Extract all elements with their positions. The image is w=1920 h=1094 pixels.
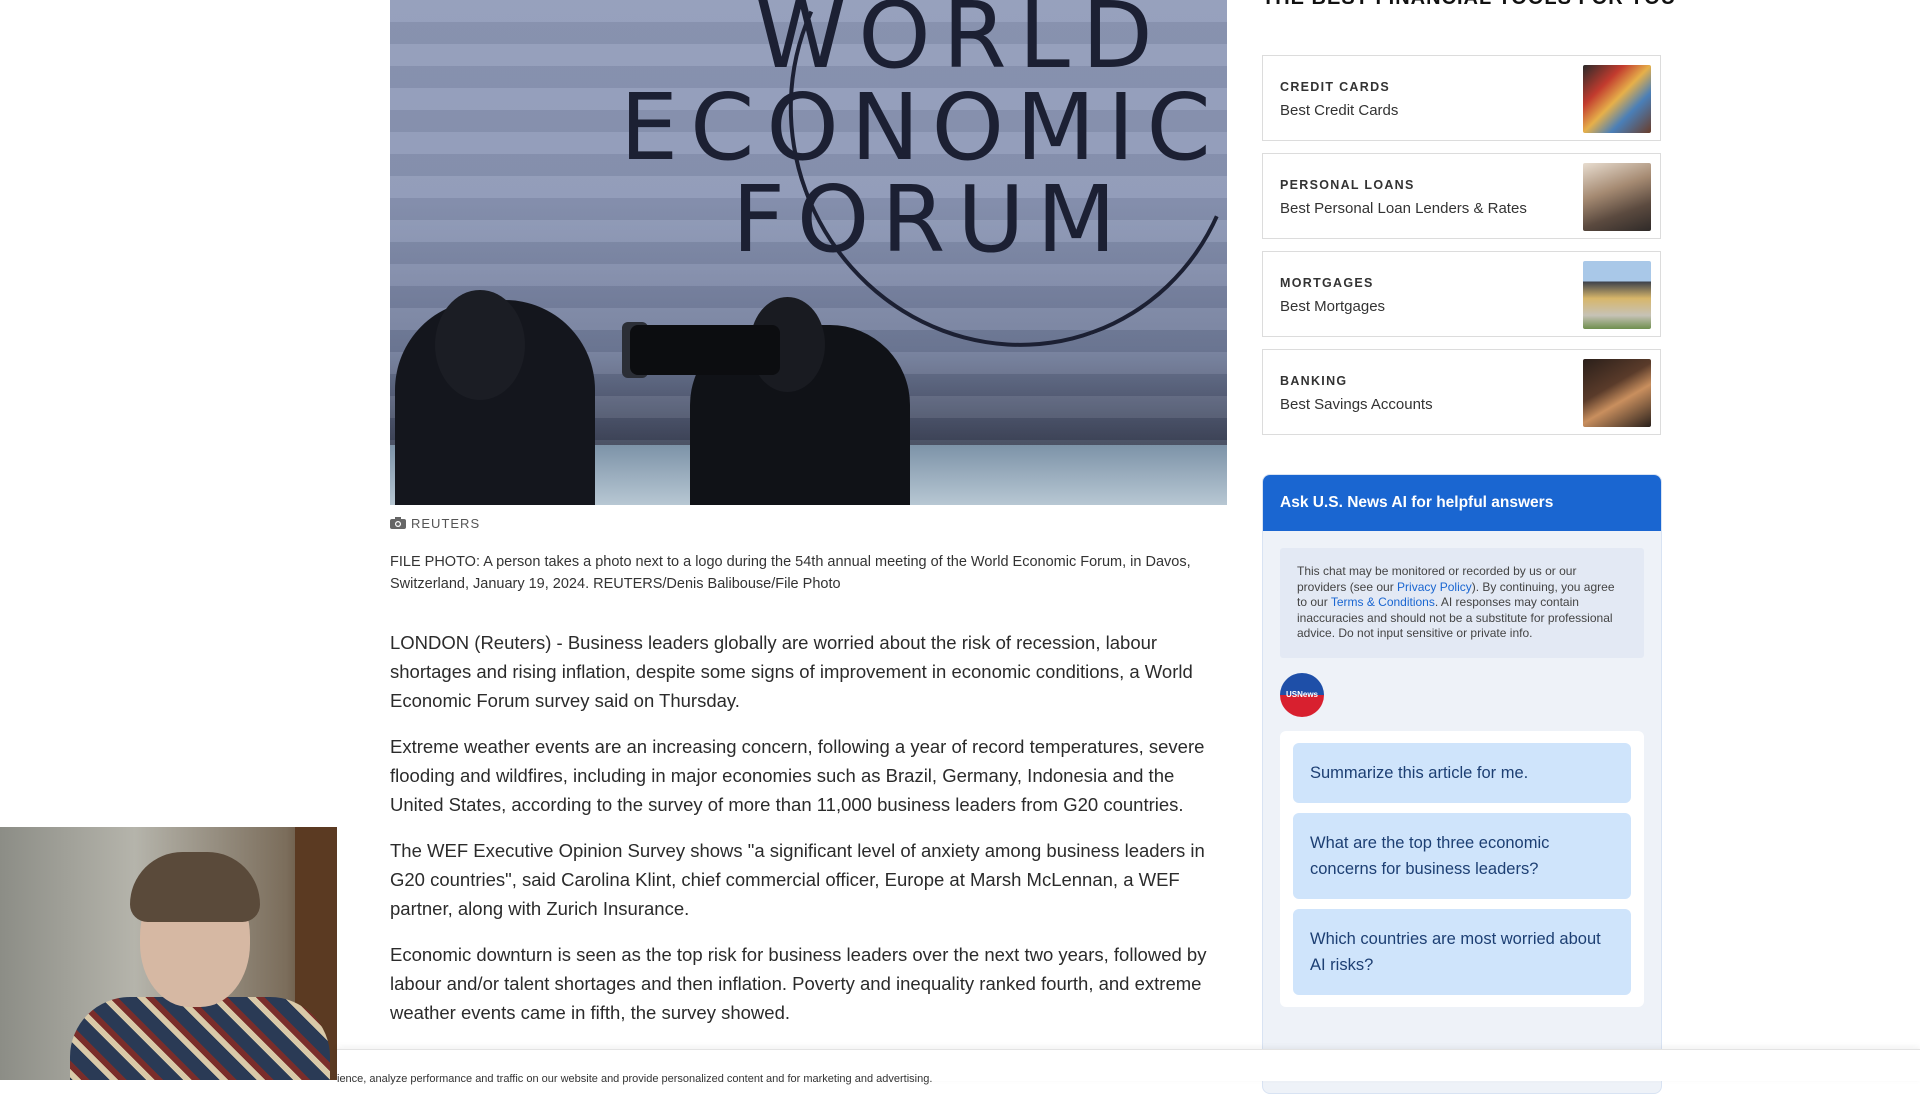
ai-disclaimer: This chat may be monitored or recorded b… — [1280, 548, 1644, 658]
wef-logo-line: WORLD — [755, 0, 1165, 89]
ai-chat-panel: Ask U.S. News AI for helpful answers Thi… — [1262, 474, 1662, 1094]
credit-text: REUTERS — [411, 515, 481, 531]
silhouette-head — [435, 290, 525, 400]
tool-title[interactable]: Best Savings Accounts — [1280, 396, 1433, 413]
ai-chat-header: Ask U.S. News AI for helpful answers — [1263, 475, 1661, 531]
tool-title[interactable]: Best Credit Cards — [1280, 102, 1398, 119]
privacy-policy-link[interactable]: Privacy Policy — [1397, 580, 1472, 594]
camera-icon — [390, 517, 406, 529]
usnews-avatar: USNews — [1280, 672, 1324, 717]
silhouette-person — [395, 290, 595, 505]
tool-card-personal-loans[interactable]: PERSONAL LOANS Best Personal Loan Lender… — [1262, 153, 1661, 239]
tool-category: CREDIT CARDS — [1280, 80, 1391, 94]
cookie-text: ience, analyze performance and traffic o… — [337, 1073, 933, 1085]
webcam-overlay — [0, 827, 337, 1080]
photo-credit: REUTERS — [390, 515, 480, 531]
personal-loans-thumbnail[interactable] — [1583, 163, 1651, 231]
credit-cards-thumbnail[interactable] — [1583, 65, 1651, 133]
wef-logo-line: ECONOMIC — [620, 74, 1223, 181]
tool-title[interactable]: Best Mortgages — [1280, 298, 1385, 315]
photo-caption: FILE PHOTO: A person takes a photo next … — [390, 554, 1191, 592]
suggestion-button[interactable]: What are the top three economic concerns… — [1293, 812, 1631, 899]
camera-body — [630, 325, 780, 375]
tool-title[interactable]: Best Personal Loan Lenders & Rates — [1280, 200, 1527, 217]
article-body: LONDON (Reuters) - Business leaders glob… — [390, 628, 1230, 1044]
tool-category: MORTGAGES — [1280, 276, 1374, 290]
hero-photo: WORLD ECONOMIC FORUM — [390, 0, 1227, 505]
article-paragraph: LONDON (Reuters) - Business leaders glob… — [390, 632, 1193, 711]
article-paragraph: Extreme weather events are an increasing… — [390, 736, 1205, 815]
tool-category: PERSONAL LOANS — [1280, 178, 1415, 192]
terms-link[interactable]: Terms & Conditions — [1331, 595, 1435, 609]
suggestion-button[interactable]: Summarize this article for me. — [1293, 742, 1631, 803]
tool-category: BANKING — [1280, 374, 1348, 388]
wef-logo-text: WORLD ECONOMIC FORUM — [620, 0, 1220, 266]
webcam-person-hair — [130, 852, 260, 922]
ai-suggestions: Summarize this article for me. What are … — [1280, 730, 1644, 1007]
tool-card-mortgages[interactable]: MORTGAGES Best Mortgages — [1262, 251, 1661, 337]
mortgages-thumbnail[interactable] — [1583, 261, 1651, 329]
article-paragraph: The WEF Executive Opinion Survey shows "… — [390, 840, 1205, 919]
wef-logo-line: FORUM — [732, 166, 1128, 273]
suggestion-button[interactable]: Which countries are most worried about A… — [1293, 908, 1631, 995]
cookie-consent-bar: ience, analyze performance and traffic o… — [337, 1049, 1920, 1085]
tools-heading: THE BEST FINANCIAL TOOLS FOR YOU — [1262, 0, 1682, 11]
tool-card-credit-cards[interactable]: CREDIT CARDS Best Credit Cards — [1262, 55, 1661, 141]
banking-thumbnail[interactable] — [1583, 359, 1651, 427]
article-paragraph: Economic downturn is seen as the top ris… — [390, 944, 1207, 1023]
tool-card-banking[interactable]: BANKING Best Savings Accounts — [1262, 349, 1661, 435]
webcam-person-shirt — [70, 997, 330, 1080]
